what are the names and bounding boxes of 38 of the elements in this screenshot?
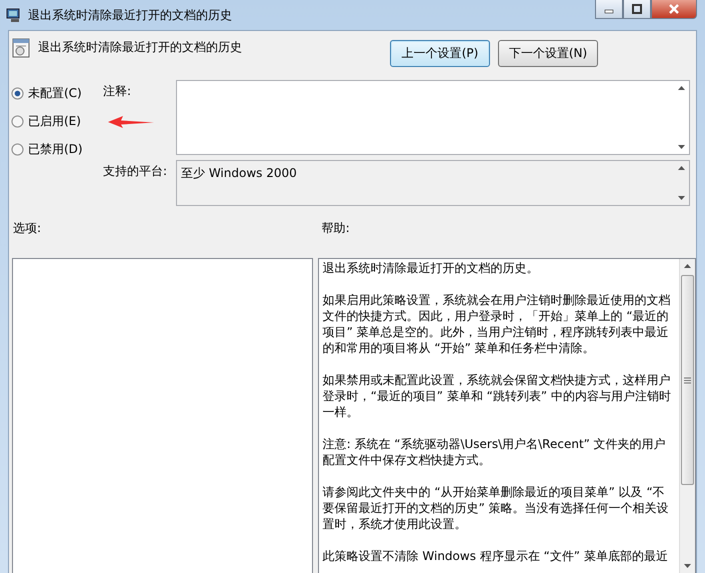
- nav-button[interactable]: 下一个设置(N): [498, 40, 598, 67]
- grip-icon: [684, 376, 691, 384]
- radio-unselected[interactable]: [11, 143, 24, 156]
- help-paragraph: 请参阅此文件夹中的 “从开始菜单删除最近的项目菜单” 以及 “不要保留最近打开的文档的历史” 策略。当没有选择任何一个相关设置时，系统才使用此设置。: [322, 484, 670, 532]
- close-icon: [668, 4, 680, 14]
- maximize-icon: [632, 4, 642, 14]
- help-paragraph: 退出系统时清除最近打开的文档的历史。: [322, 260, 540, 276]
- scroll-up-icon: [677, 165, 686, 171]
- radio-selected[interactable]: [11, 87, 24, 100]
- scroll-down-icon: [677, 144, 686, 150]
- platform-value: 至少 Windows 2000: [181, 166, 297, 180]
- radio-unselected[interactable]: [11, 115, 24, 128]
- policy-title: 退出系统时清除最近打开的文档的历史: [38, 39, 242, 56]
- field-label: 支持的平台:: [103, 163, 168, 180]
- close-button[interactable]: [651, 0, 697, 19]
- scroll-down-icon: [677, 195, 686, 201]
- field-label: 注释:: [103, 83, 132, 100]
- computer-icon: [6, 7, 22, 23]
- section-label: 帮助:: [320, 220, 351, 237]
- scroll-up-icon: [677, 85, 686, 91]
- nav-button[interactable]: 上一个设置(P): [390, 40, 490, 67]
- section-label: 选项:: [12, 220, 42, 237]
- window-title: 退出系统时清除最近打开的文档的历史: [28, 6, 232, 24]
- scroll-thumb[interactable]: [681, 275, 694, 485]
- scroll-bar[interactable]: [679, 259, 695, 573]
- radio-label[interactable]: 已启用(E): [28, 113, 81, 130]
- maximize-button[interactable]: [623, 0, 651, 19]
- help-paragraph: 注意: 系统在 “系统驱动器\Users\用户名\Recent” 文件夹的用户配置文件中保存文档快捷方式。: [322, 436, 667, 468]
- radio-label[interactable]: 已禁用(D): [28, 141, 83, 158]
- minimize-button[interactable]: [595, 0, 623, 19]
- help-paragraph: 如果启用此策略设置，系统就会在用户注销时删除最近使用的文档文件的快捷方式。因此，用户登录时，「开始」菜单上的 “最近的项目” 菜单总是空的。此外，当用户注销时，程序跳转列表中最近的和常用的项目将从 “开始” 菜单和任务栏中清除。: [322, 292, 672, 356]
- scroll-up-icon: [683, 263, 692, 269]
- help-paragraph: 此策略设置不清除 Windows 程序显示在 “文件” 菜单底部的最近: [322, 548, 669, 564]
- scroll-down-icon: [683, 563, 692, 569]
- help-paragraph: 如果禁用或未配置此设置，系统就会保留文档快捷方式，这样用户登录时，“最近的项目” 菜单和 “跳转列表” 中的内容与用户注销时一样。: [322, 372, 672, 420]
- policy-icon: [12, 38, 30, 58]
- radio-label[interactable]: 未配置(C): [28, 85, 82, 102]
- comment-field[interactable]: [176, 80, 690, 155]
